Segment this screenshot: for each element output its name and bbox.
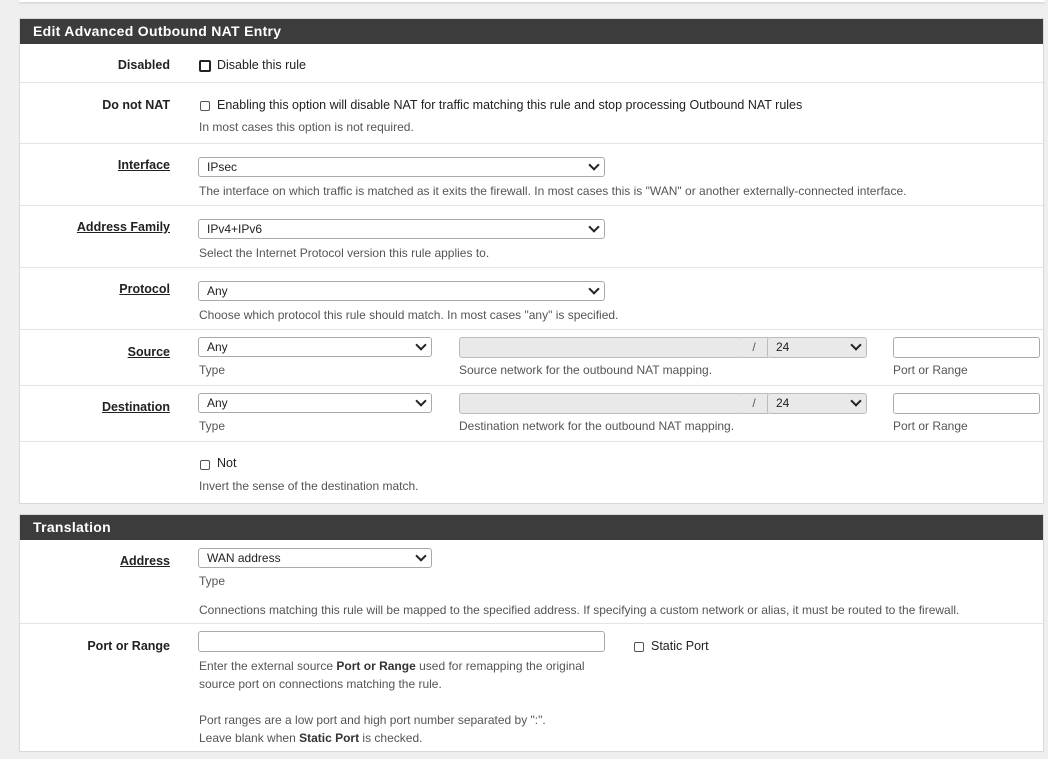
destination-slash: / [740,393,768,414]
static-port-text: Static Port [651,639,709,653]
protocol-select[interactable]: Any [198,281,605,301]
source-network-input[interactable] [459,337,741,358]
protocol-label: Protocol [119,282,170,296]
previous-panel-edge [19,0,1045,2]
chevron-down-icon [415,550,427,562]
interface-help: The interface on which traffic is matche… [199,184,907,198]
address-type-help: Type [199,574,226,588]
destination-row: Destination Any Type / 24 Destination ne… [20,386,1043,442]
panel-heading: Edit Advanced Outbound NAT Entry [20,19,1043,44]
do-not-nat-text: Enabling this option will disable NAT fo… [217,98,803,112]
disabled-row: Disabled Disable this rule [20,44,1043,83]
source-label: Source [127,345,170,359]
port-help-line1: Enter the external source Port or Range … [199,659,585,673]
chevron-down-icon [588,159,600,171]
destination-mask-value: 24 [776,396,790,410]
protocol-row: Protocol Any Choose which protocol this … [20,268,1043,330]
chevron-down-icon [588,283,600,295]
nat-entry-panel: Edit Advanced Outbound NAT Entry Disable… [19,18,1044,504]
address-family-help: Select the Internet Protocol version thi… [199,246,490,260]
port-help-line3: Port ranges are a low port and high port… [199,713,546,727]
address-family-label: Address Family [76,220,170,234]
source-type-help: Type [199,363,226,377]
do-not-nat-help: In most cases this option is not require… [199,120,414,134]
do-not-nat-row: Do not NAT Enabling this option will dis… [20,83,1043,144]
chevron-down-icon [850,395,862,407]
do-not-nat-label: Do not NAT [102,98,170,112]
address-family-select[interactable]: IPv4+IPv6 [198,219,605,239]
chevron-down-icon [850,339,862,351]
static-port-checkbox[interactable] [634,642,644,652]
address-family-select-value: IPv4+IPv6 [207,222,263,236]
interface-select[interactable]: IPsec [198,157,605,177]
chevron-down-icon [415,339,427,351]
destination-type-help: Type [199,419,226,433]
protocol-select-value: Any [207,284,228,298]
destination-type-select[interactable]: Any [198,393,432,413]
interface-select-value: IPsec [207,160,238,174]
panel-heading: Translation [20,515,1043,540]
translation-port-input[interactable] [198,631,605,652]
translation-panel: Translation Address WAN address Type Con… [19,514,1044,752]
port-or-range-row: Port or Range Static Port Enter the exte… [20,624,1043,751]
destination-mask-select[interactable]: 24 [767,393,867,414]
address-select-value: WAN address [207,551,281,565]
destination-type-value: Any [207,396,228,410]
source-type-value: Any [207,340,228,354]
address-family-row: Address Family IPv4+IPv6 Select the Inte… [20,206,1043,268]
do-not-nat-checkbox[interactable] [200,101,210,111]
not-help: Invert the sense of the destination matc… [199,479,419,493]
chevron-down-icon [415,395,427,407]
destination-port-input[interactable] [893,393,1040,414]
source-port-input[interactable] [893,337,1040,358]
source-port-help: Port or Range [893,363,968,377]
interface-row: Interface IPsec The interface on which t… [20,144,1043,206]
source-type-select[interactable]: Any [198,337,432,357]
not-text: Not [217,456,237,470]
chevron-down-icon [588,221,600,233]
destination-port-help: Port or Range [893,419,968,433]
not-checkbox[interactable] [200,460,210,470]
source-slash: / [740,337,768,358]
source-row: Source Any Type / 24 Source network for … [20,330,1043,386]
destination-network-help: Destination network for the outbound NAT… [459,419,735,433]
source-mask-select[interactable]: 24 [767,337,867,358]
address-select[interactable]: WAN address [198,548,432,568]
port-help-line4: Leave blank when Static Port is checked. [199,731,423,745]
not-row: Not Invert the sense of the destination … [20,442,1043,501]
address-row: Address WAN address Type Connections mat… [20,540,1043,624]
address-label: Address [119,554,170,568]
port-help-line2: source port on connections matching the … [199,677,442,691]
destination-label: Destination [101,400,170,414]
source-mask-value: 24 [776,340,790,354]
destination-network-input[interactable] [459,393,741,414]
source-network-help: Source network for the outbound NAT mapp… [459,363,713,377]
protocol-help: Choose which protocol this rule should m… [199,308,619,322]
disable-rule-text: Disable this rule [217,58,306,72]
interface-label: Interface [117,158,170,172]
port-or-range-label: Port or Range [87,639,170,653]
disable-rule-checkbox[interactable] [199,60,211,72]
address-help: Connections matching this rule will be m… [199,603,960,617]
disabled-label: Disabled [117,58,170,72]
